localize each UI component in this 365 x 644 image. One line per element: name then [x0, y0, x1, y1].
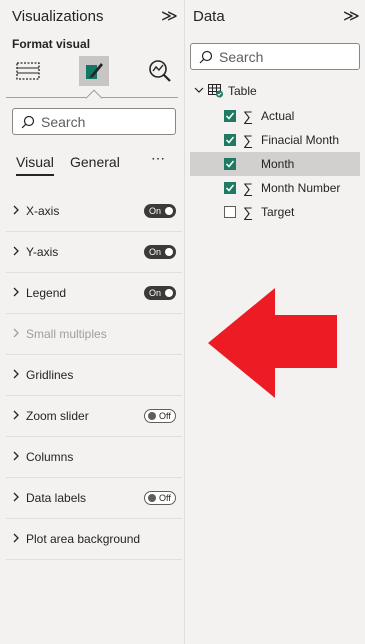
format-card-gridlines[interactable]: Gridlines	[6, 355, 182, 396]
field-target[interactable]: ∑ Target	[190, 200, 360, 224]
chevron-right-icon	[6, 327, 26, 341]
search-icon	[21, 115, 35, 128]
toggle-switch[interactable]: Off	[144, 491, 176, 505]
field-name: Finacial Month	[261, 133, 340, 147]
toggle-state-label: On	[149, 288, 162, 298]
analytics-icon[interactable]	[145, 56, 175, 86]
format-card-columns[interactable]: Columns	[6, 437, 182, 478]
format-card-label: Plot area background	[26, 532, 141, 546]
collapse-data-icon[interactable]: ≫	[343, 6, 360, 26]
chevron-right-icon	[6, 286, 26, 300]
field-month-number[interactable]: ∑ Month Number	[190, 176, 360, 200]
field-name: Target	[261, 205, 295, 219]
sigma-icon: ∑	[243, 180, 253, 196]
tab-general[interactable]: General	[70, 154, 120, 170]
format-card-label: Data labels	[26, 491, 87, 505]
chevron-down-icon[interactable]	[194, 85, 204, 97]
tab-visual[interactable]: Visual	[16, 154, 54, 176]
sigma-icon: ∑	[243, 108, 253, 124]
field-checkbox[interactable]	[224, 110, 236, 122]
field-checkbox[interactable]	[224, 182, 236, 194]
search-placeholder: Search	[41, 113, 86, 130]
field-actual[interactable]: ∑ Actual	[190, 104, 360, 128]
field-name: Actual	[261, 109, 295, 123]
table-name: Table	[228, 84, 257, 98]
field-month[interactable]: Month	[190, 152, 360, 176]
build-visual-icon[interactable]	[13, 56, 43, 86]
format-card-label: Small multiples	[26, 327, 107, 341]
more-options-icon[interactable]: ⋯	[151, 150, 166, 167]
table-node[interactable]: Table	[194, 82, 257, 100]
format-card-label: Legend	[26, 286, 67, 300]
toggle-switch[interactable]: On	[144, 204, 176, 218]
toggle-knob	[148, 412, 156, 420]
format-card-label: Columns	[26, 450, 74, 464]
visualizations-search-input[interactable]: Search	[12, 108, 176, 135]
toggle-switch[interactable]: On	[144, 245, 176, 259]
format-card-legend[interactable]: Legend On	[6, 273, 182, 314]
format-card-label: Zoom slider	[26, 409, 89, 423]
toggle-knob	[165, 248, 173, 256]
toggle-state-label: Off	[159, 493, 171, 503]
toggle-state-label: On	[149, 247, 162, 257]
sigma-icon: ∑	[243, 132, 253, 148]
field-checkbox[interactable]	[224, 206, 236, 218]
active-tab-pointer	[85, 89, 103, 107]
chevron-right-icon	[6, 204, 26, 218]
visualizations-title: Visualizations	[12, 8, 104, 25]
format-card-label: Gridlines	[26, 368, 74, 382]
field-name: Month	[261, 157, 295, 171]
format-visual-label: Format visual	[12, 37, 91, 51]
field-checkbox[interactable]	[224, 158, 236, 170]
data-title: Data	[193, 8, 225, 25]
toggle-switch[interactable]: Off	[144, 409, 176, 423]
search-icon	[199, 50, 213, 63]
table-icon	[208, 84, 224, 98]
format-card-label: X-axis	[26, 204, 60, 218]
format-card-small-multiples[interactable]: Small multiples	[6, 314, 182, 355]
sigma-icon: ∑	[243, 204, 253, 220]
toggle-state-label: Off	[159, 411, 171, 421]
chevron-right-icon	[6, 491, 26, 505]
chevron-right-icon	[6, 450, 26, 464]
toggle-state-label: On	[149, 206, 162, 216]
chevron-right-icon	[6, 532, 26, 546]
format-card-zoom-slider[interactable]: Zoom slider Off	[6, 396, 182, 437]
search-placeholder: Search	[219, 48, 264, 65]
visualizations-pane: Visualizations ≫ Format visual Search Vi…	[0, 0, 185, 644]
red-arrow-annotation	[208, 288, 337, 398]
field-checkbox[interactable]	[224, 134, 236, 146]
toggle-knob	[165, 207, 173, 215]
toggle-knob	[148, 494, 156, 502]
chevron-right-icon	[6, 245, 26, 259]
field-name: Month Number	[261, 181, 341, 195]
format-visual-icon[interactable]	[79, 56, 109, 86]
format-card-data-labels[interactable]: Data labels Off	[6, 478, 182, 519]
collapse-visualizations-icon[interactable]: ≫	[161, 6, 178, 26]
chevron-right-icon	[6, 409, 26, 423]
format-card-plot-area-background[interactable]: Plot area background	[6, 519, 182, 560]
field-finacial-month[interactable]: ∑ Finacial Month	[190, 128, 360, 152]
chevron-right-icon	[6, 368, 26, 382]
format-card-y-axis[interactable]: Y-axis On	[6, 232, 182, 273]
toggle-knob	[165, 289, 173, 297]
toggle-switch[interactable]: On	[144, 286, 176, 300]
data-search-input[interactable]: Search	[190, 43, 360, 70]
format-card-label: Y-axis	[26, 245, 59, 259]
format-card-x-axis[interactable]: X-axis On	[6, 191, 182, 232]
